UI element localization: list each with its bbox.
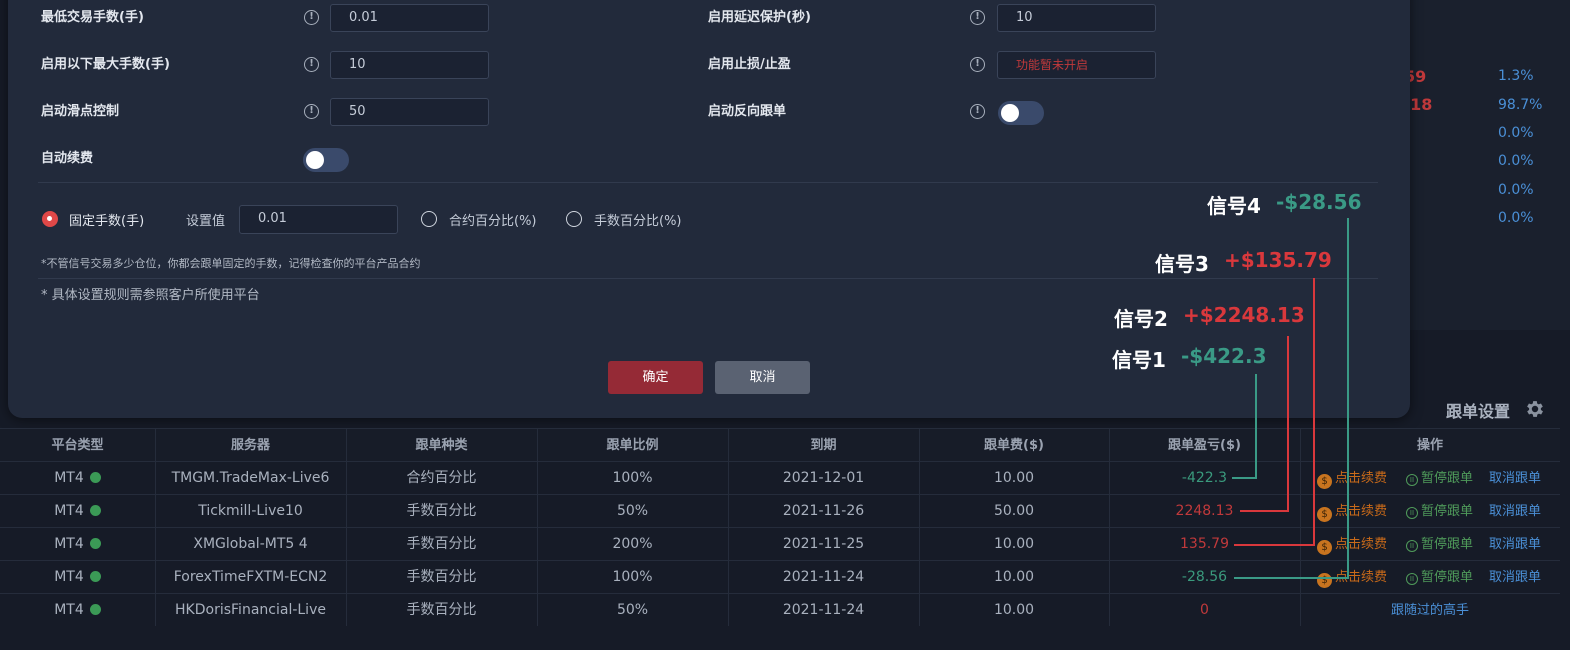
connector-signal-3 — [1234, 278, 1315, 546]
annotation-connectors — [1232, 218, 1349, 579]
connector-signal-4 — [1234, 218, 1349, 579]
connector-signal-1 — [1232, 374, 1257, 479]
connector-signal-2 — [1240, 336, 1289, 512]
